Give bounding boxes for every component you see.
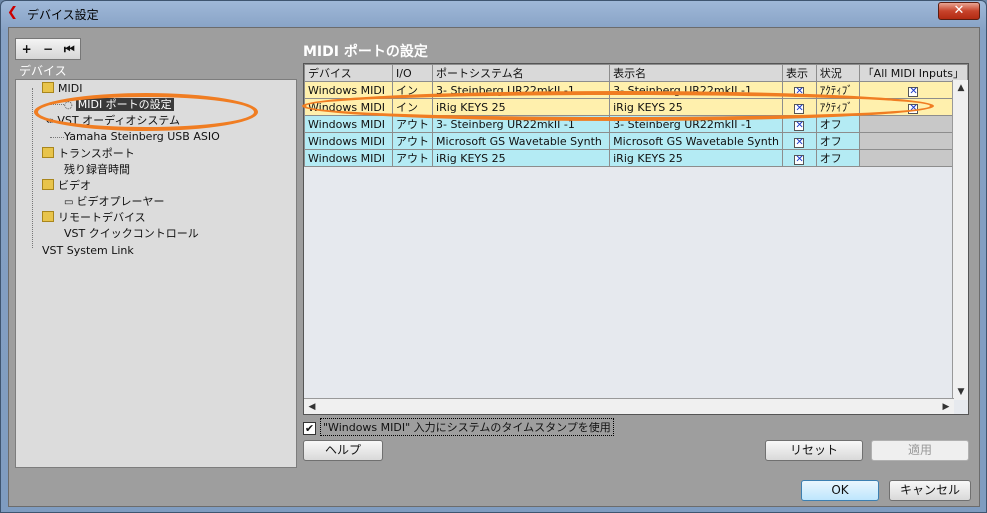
- folder-icon: [42, 82, 54, 93]
- timestamp-checkbox[interactable]: ✔: [303, 421, 316, 435]
- add-device-button[interactable]: +: [16, 39, 37, 59]
- all-midi-inputs-checkbox[interactable]: ✕: [908, 86, 919, 97]
- highlight-annotation: [34, 93, 258, 131]
- col-status[interactable]: 状況: [815, 64, 860, 82]
- tree-folder-midi[interactable]: MIDI: [42, 82, 82, 96]
- ok-button[interactable]: OK: [801, 480, 879, 501]
- show-checkbox[interactable]: ✕: [794, 154, 805, 165]
- tree-item-remaining-record-time[interactable]: 残り録音時間: [64, 163, 130, 177]
- vertical-scrollbar[interactable]: ▲ ▼: [952, 80, 968, 400]
- panel-title: MIDI ポートの設定: [303, 44, 428, 60]
- cancel-button[interactable]: キャンセル: [889, 480, 971, 501]
- folder-icon: [42, 147, 54, 158]
- show-checkbox[interactable]: ✕: [794, 137, 805, 148]
- col-show[interactable]: 表示: [781, 64, 817, 82]
- col-all-midi-inputs[interactable]: 「All MIDI Inputs」: [858, 64, 969, 82]
- tree-toolbar: + − ⏮: [15, 38, 81, 60]
- show-checkbox[interactable]: ✕: [794, 120, 805, 131]
- scroll-right-icon[interactable]: ▶: [938, 399, 954, 415]
- highlight-annotation: [302, 91, 934, 121]
- col-port-system-name[interactable]: ポートシステム名: [432, 64, 611, 82]
- horizontal-scrollbar[interactable]: ◀ ▶: [304, 398, 954, 414]
- scroll-left-icon[interactable]: ◀: [304, 399, 320, 415]
- col-display-name[interactable]: 表示名: [609, 64, 783, 82]
- video-player-icon: ▭: [64, 197, 74, 208]
- table-row[interactable]: Windows MIDI アウト Microsoft GS Wavetable …: [303, 132, 969, 150]
- midi-port-grid: デバイス I/O ポートシステム名 表示名 表示 状況 「All MIDI In…: [302, 63, 969, 415]
- table-row[interactable]: Windows MIDI アウト iRig KEYS 25 iRig KEYS …: [303, 149, 969, 167]
- timestamp-label: "Windows MIDI" 入力にシステムのタイムスタンプを使用: [320, 418, 614, 436]
- scroll-down-icon[interactable]: ▼: [953, 384, 969, 400]
- tree-item-yamaha-asio[interactable]: Yamaha Steinberg USB ASIO: [64, 130, 220, 144]
- device-tree: MIDI ◌ MIDI ポートの設定 ⇹ VST オーディオシステム Yamaha …: [15, 79, 297, 468]
- tree-item-video-player[interactable]: ▭ ビデオプレーヤー: [64, 195, 164, 210]
- tree-item-vst-system-link[interactable]: VST System Link: [42, 244, 134, 258]
- help-button[interactable]: ヘルプ: [303, 440, 383, 461]
- tree-folder-remote-devices[interactable]: リモートデバイス: [42, 211, 146, 225]
- col-io[interactable]: I/O: [392, 64, 434, 82]
- reset-device-button[interactable]: ⏮: [59, 39, 80, 59]
- apply-button[interactable]: 適用: [871, 440, 969, 461]
- dialog-client-area: + − ⏮ デバイス MIDI ◌ MIDI ポートの設定 ⇹ VST オーディオシ…: [8, 27, 980, 507]
- system-timestamp-option[interactable]: ✔ "Windows MIDI" 入力にシステムのタイムスタンプを使用: [303, 418, 614, 436]
- close-button[interactable]: ✕: [938, 2, 980, 20]
- scroll-up-icon[interactable]: ▲: [953, 80, 969, 96]
- tree-item-vst-quick-controls[interactable]: VST クイックコントロール: [64, 227, 199, 241]
- remove-device-button[interactable]: −: [37, 39, 58, 59]
- folder-icon: [42, 211, 54, 222]
- device-settings-window: ❮ デバイス設定 ✕ + − ⏮ デバイス MIDI ◌ MIDI ポートの設定 …: [0, 0, 987, 513]
- table-header-row: デバイス I/O ポートシステム名 表示名 表示 状況 「All MIDI In…: [303, 64, 969, 82]
- col-device[interactable]: デバイス: [303, 64, 394, 82]
- folder-icon: [42, 179, 54, 190]
- cubase-app-icon: ❮: [7, 5, 18, 20]
- title-bar: ❮ デバイス設定 ✕: [1, 1, 986, 25]
- window-title: デバイス設定: [27, 8, 99, 22]
- tree-folder-video[interactable]: ビデオ: [42, 179, 91, 193]
- reset-button[interactable]: リセット: [765, 440, 863, 461]
- device-tree-header: デバイス: [19, 64, 67, 78]
- tree-folder-transport[interactable]: トランスポート: [42, 147, 135, 161]
